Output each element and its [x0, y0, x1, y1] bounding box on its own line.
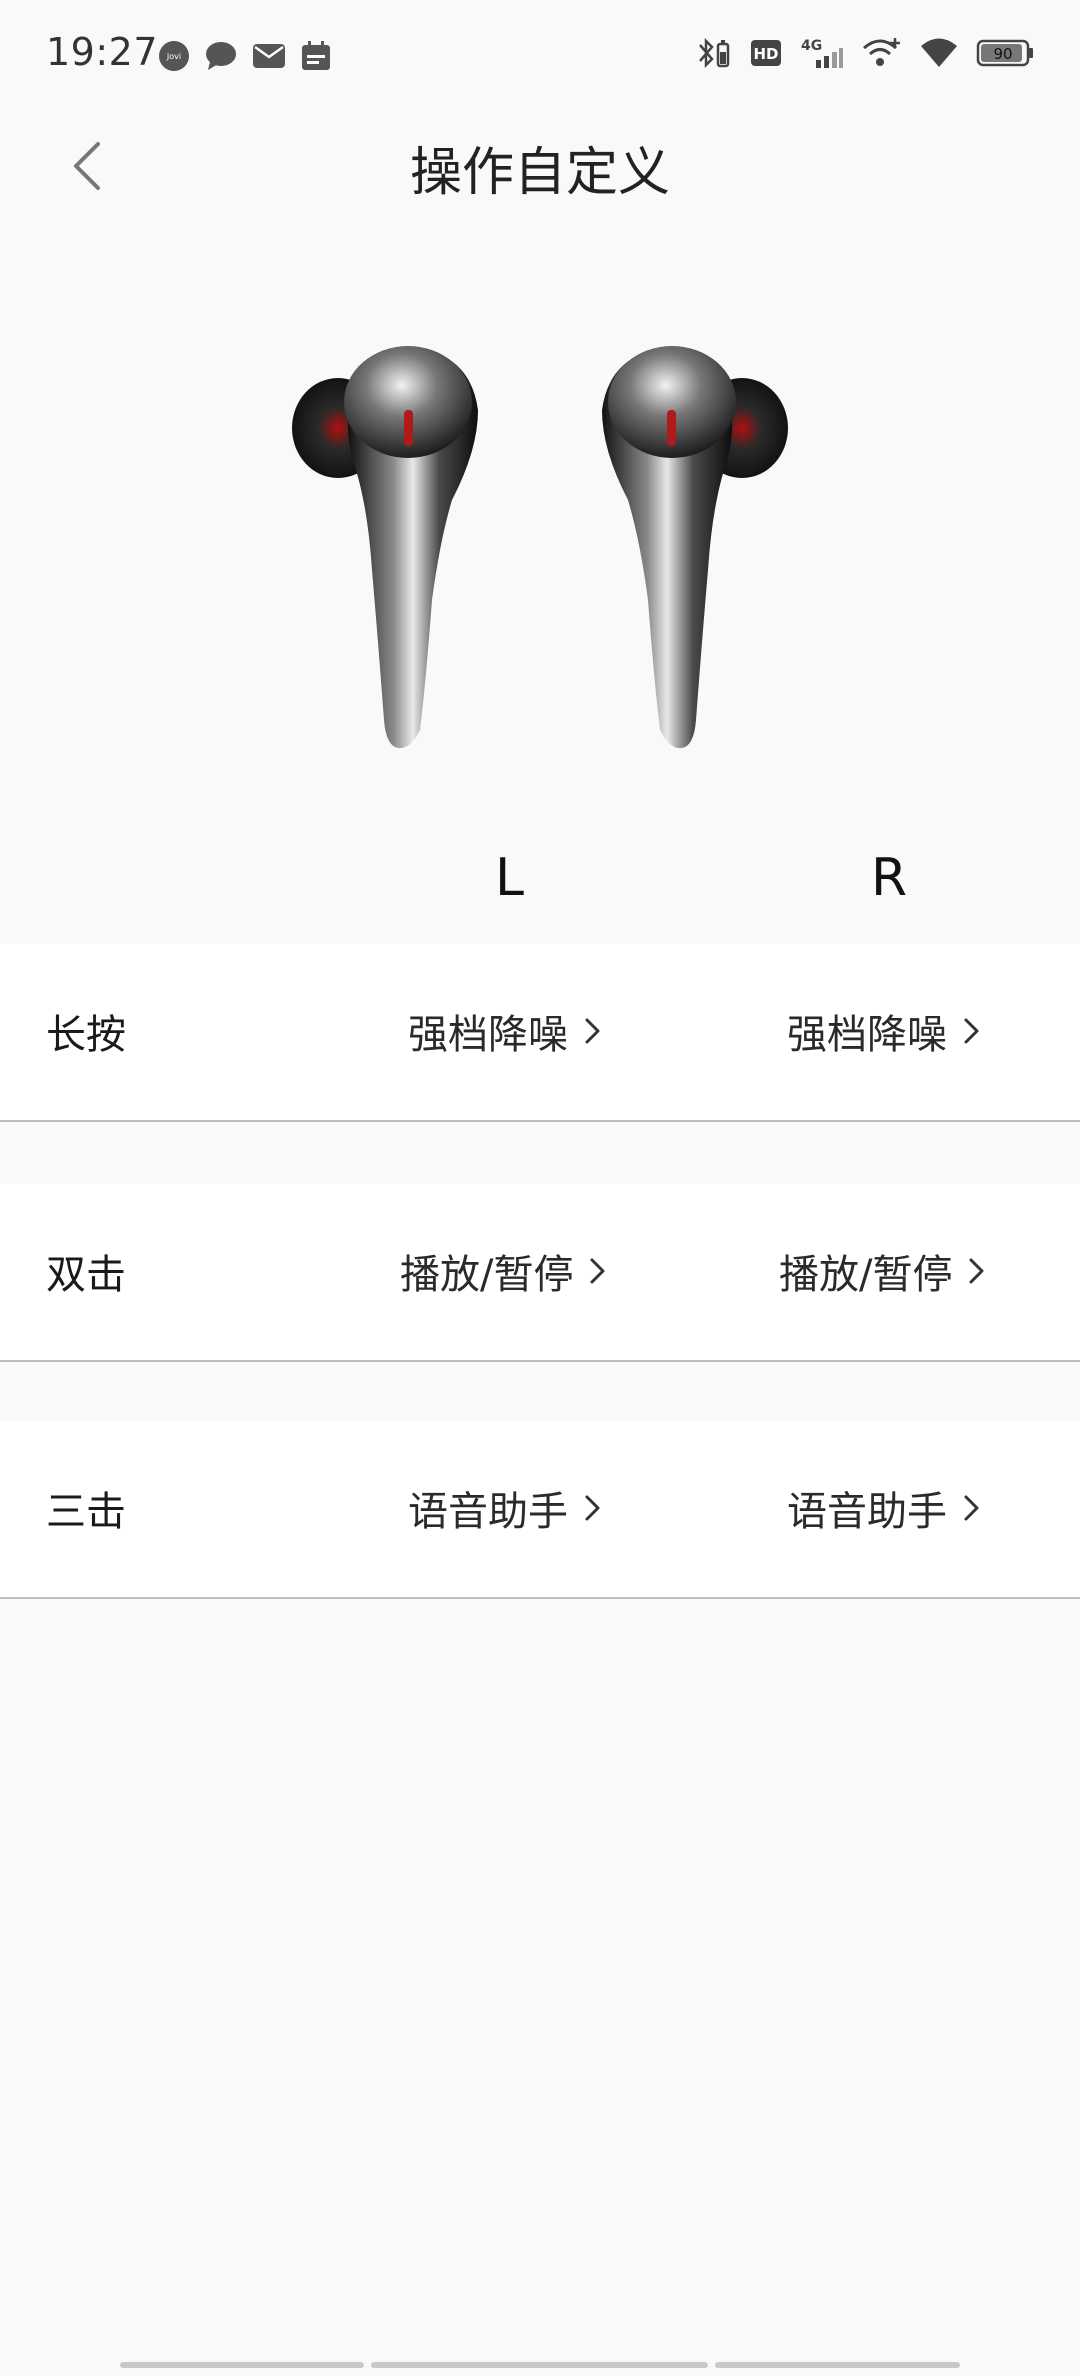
left-side-label: L — [495, 848, 524, 908]
right-action-select[interactable]: 语音助手 — [787, 1479, 983, 1537]
nav-bar: 操作自定义 — [0, 116, 1080, 216]
chevron-right-icon — [585, 1018, 600, 1044]
right-action-value: 播放/暂停 — [779, 1252, 953, 1298]
chevron-right-icon — [969, 1258, 984, 1284]
left-action-value: 强档降噪 — [408, 1012, 568, 1058]
row-label: 三击 — [46, 1489, 126, 1535]
svg-text:4G: 4G — [801, 38, 822, 54]
gesture-bar-segment — [715, 2362, 960, 2368]
gesture-bar-segment — [120, 2362, 364, 2368]
battery-icon: 90 — [976, 39, 1033, 67]
chevron-right-icon — [590, 1258, 605, 1284]
double-tap-row: 双击 播放/暂停 播放/暂停 — [0, 1184, 1080, 1362]
chevron-right-icon — [964, 1018, 979, 1044]
system-icons: HD 4G 90 — [696, 36, 1034, 70]
right-action-value: 语音助手 — [787, 1489, 947, 1535]
right-earbud — [602, 346, 788, 749]
left-action-select[interactable]: 语音助手 — [408, 1479, 604, 1537]
long-press-row: 长按 强档降噪 强档降噪 — [0, 944, 1080, 1122]
jovi-icon: Jovi — [159, 41, 189, 71]
gesture-bar-segment — [371, 2362, 708, 2368]
left-action-select[interactable]: 播放/暂停 — [400, 1242, 609, 1300]
status-time: 19:27 — [46, 30, 159, 74]
svg-text:Jovi: Jovi — [166, 52, 181, 61]
chevron-right-icon — [964, 1495, 979, 1521]
chevron-right-icon — [585, 1495, 600, 1521]
calendar-icon — [302, 41, 330, 70]
earbud-side-header: L R — [0, 848, 1080, 918]
left-action-value: 播放/暂停 — [400, 1252, 574, 1298]
svg-text:90: 90 — [993, 45, 1012, 63]
wifi-call-icon — [863, 38, 900, 66]
mail-icon — [253, 44, 285, 68]
right-side-label: R — [871, 848, 908, 908]
4g-signal-icon: 4G — [801, 38, 843, 68]
wifi-icon — [921, 38, 957, 67]
left-earbud — [292, 346, 478, 749]
earbuds-image — [292, 346, 788, 749]
hd-icon: HD — [751, 40, 781, 66]
left-action-value: 语音助手 — [408, 1489, 568, 1535]
svg-text:HD: HD — [753, 45, 778, 63]
earbuds-illustration — [0, 300, 1080, 770]
triple-tap-row: 三击 语音助手 语音助手 — [0, 1421, 1080, 1599]
row-label: 双击 — [46, 1252, 126, 1298]
left-action-select[interactable]: 强档降噪 — [408, 1002, 604, 1060]
message-icon — [206, 42, 236, 70]
right-action-select[interactable]: 播放/暂停 — [779, 1242, 988, 1300]
right-action-select[interactable]: 强档降噪 — [787, 1002, 983, 1060]
status-bar: 19:27 Jovi HD 4G 90 — [0, 0, 1080, 116]
right-action-value: 强档降噪 — [787, 1012, 947, 1058]
bluetooth-battery-icon — [699, 37, 730, 69]
page-title: 操作自定义 — [409, 143, 670, 203]
notification-icons: Jovi — [158, 40, 332, 72]
row-label: 长按 — [46, 1012, 126, 1058]
